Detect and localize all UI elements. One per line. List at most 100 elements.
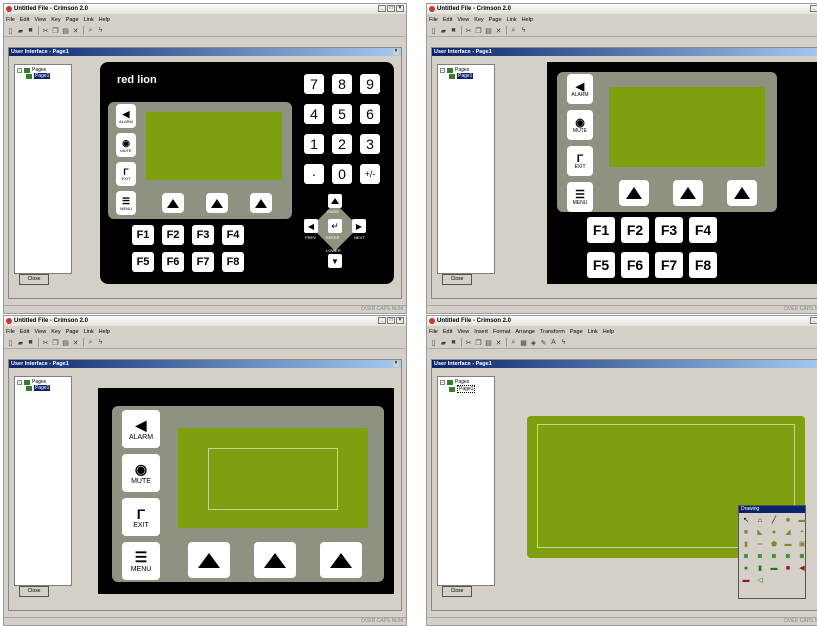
minimize-button[interactable]: _	[378, 317, 386, 324]
close-button[interactable]: Close	[442, 274, 472, 285]
key-1[interactable]: 1	[304, 134, 324, 154]
alarm-key[interactable]: ◀ ALARM	[122, 410, 160, 448]
menu-view[interactable]: View	[457, 17, 469, 23]
rounded-rect-icon[interactable]: ▬	[797, 515, 807, 525]
key-3[interactable]: 3	[360, 134, 380, 154]
new-icon[interactable]: ▯	[6, 338, 15, 347]
save-icon[interactable]: ■	[449, 338, 458, 347]
key-6[interactable]: 6	[360, 104, 380, 124]
menu-file[interactable]: File	[6, 17, 15, 23]
paste-icon[interactable]: ▤	[484, 338, 493, 347]
menu-page[interactable]: Page	[570, 329, 583, 335]
menu-edit[interactable]: Edit	[20, 17, 29, 23]
f6-key[interactable]: F6	[621, 252, 649, 278]
next-key[interactable]: ▶	[352, 219, 366, 233]
lower-key[interactable]: ▼	[328, 254, 342, 268]
minimize-button[interactable]: _	[810, 317, 817, 324]
close-button[interactable]: Close	[442, 586, 472, 597]
open-icon[interactable]: ▰	[16, 26, 25, 35]
soft-key-2[interactable]	[206, 193, 228, 213]
menu-link[interactable]: Link	[588, 329, 598, 335]
menu-transform[interactable]: Transform	[540, 329, 565, 335]
paste-icon[interactable]: ▤	[484, 26, 493, 35]
bevel-icon[interactable]: ■	[741, 527, 751, 537]
tank-icon[interactable]: ▮	[741, 539, 751, 549]
tree-page1-label[interactable]: Page1	[34, 73, 51, 79]
menu-help[interactable]: Help	[99, 17, 110, 23]
mute-key[interactable]: ◉ MUTE	[122, 454, 160, 492]
shield-icon[interactable]: ⬟	[769, 539, 779, 549]
tree-expander[interactable]: −	[440, 379, 445, 385]
cut-icon[interactable]: ✂	[41, 26, 50, 35]
tree-expander[interactable]: −	[17, 67, 22, 73]
copy-icon[interactable]: ❐	[51, 26, 60, 35]
key-dot[interactable]: ·	[304, 164, 324, 184]
menu-edit[interactable]: Edit	[20, 329, 29, 335]
f4-key[interactable]: F4	[222, 225, 244, 245]
pointer-icon[interactable]: ↖	[741, 515, 751, 525]
menu-edit[interactable]: Edit	[443, 329, 452, 335]
frame-icon[interactable]: ▣	[797, 539, 807, 549]
open-icon[interactable]: ▰	[16, 338, 25, 347]
close-button[interactable]: Close	[19, 586, 49, 597]
button-green-icon[interactable]: ◙	[755, 551, 765, 561]
bar-icon[interactable]: ▬	[783, 539, 793, 549]
f1-key[interactable]: F1	[587, 217, 615, 243]
f7-key[interactable]: F7	[655, 252, 683, 278]
grid-icon[interactable]: ▦	[519, 338, 528, 347]
f2-key[interactable]: F2	[621, 217, 649, 243]
menu-key[interactable]: ☰ MENU	[116, 191, 136, 215]
save-icon[interactable]: ■	[26, 338, 35, 347]
mute-key[interactable]: ◉ MUTE	[567, 110, 593, 140]
lightning-icon[interactable]: ϟ	[96, 338, 105, 347]
tree-page1-label[interactable]: Page1	[34, 385, 51, 391]
semicircle-icon[interactable]: ◓	[797, 527, 807, 537]
open-icon[interactable]: ▰	[439, 338, 448, 347]
menu-format[interactable]: Format	[493, 329, 510, 335]
f8-key[interactable]: F8	[689, 252, 717, 278]
wedge-icon[interactable]: ◢	[783, 527, 793, 537]
copy-icon[interactable]: ❐	[474, 26, 483, 35]
document-close-icon[interactable]: ×	[393, 361, 399, 367]
pen-icon[interactable]: ✎	[539, 338, 548, 347]
paste-icon[interactable]: ▤	[61, 26, 70, 35]
key-7[interactable]: 7	[304, 74, 324, 94]
minimize-button[interactable]: _	[378, 5, 386, 12]
dash-icon[interactable]: ▬	[741, 575, 751, 585]
exit-key[interactable]: Γ EXIT	[116, 162, 136, 186]
zoom-icon[interactable]: ⌕	[509, 338, 518, 347]
lightning-icon[interactable]: ϟ	[519, 26, 528, 35]
maximize-button[interactable]: □	[387, 317, 395, 324]
f5-key[interactable]: F5	[587, 252, 615, 278]
button-green-icon[interactable]: ◙	[783, 551, 793, 561]
key-4[interactable]: 4	[304, 104, 324, 124]
prev-key[interactable]: ◀	[304, 219, 318, 233]
close-window-button[interactable]: ×	[396, 317, 404, 324]
button-red-icon[interactable]: ■	[783, 563, 793, 573]
menu-arrange[interactable]: Arrange	[515, 329, 535, 335]
menu-page[interactable]: Page	[66, 329, 79, 335]
soft-key-3[interactable]	[250, 193, 272, 213]
lightning-icon[interactable]: ϟ	[559, 338, 568, 347]
toggle-icon[interactable]: ▬	[769, 563, 779, 573]
pipe-icon[interactable]: ═	[755, 539, 765, 549]
soft-key-3[interactable]	[320, 542, 362, 578]
cut-icon[interactable]: ✂	[464, 338, 473, 347]
save-icon[interactable]: ■	[449, 26, 458, 35]
f8-key[interactable]: F8	[222, 252, 244, 272]
menu-link[interactable]: Link	[84, 329, 94, 335]
menu-key[interactable]: ☰ MENU	[567, 182, 593, 212]
open-icon[interactable]: ▰	[439, 26, 448, 35]
menu-key[interactable]: Key	[474, 17, 483, 23]
menu-page[interactable]: Page	[489, 17, 502, 23]
save-icon[interactable]: ■	[26, 26, 35, 35]
menu-help[interactable]: Help	[99, 329, 110, 335]
key-5[interactable]: 5	[332, 104, 352, 124]
ellipse-icon[interactable]: ●	[769, 527, 779, 537]
menu-view[interactable]: View	[34, 17, 46, 23]
copy-icon[interactable]: ❐	[51, 338, 60, 347]
copy-icon[interactable]: ❐	[474, 338, 483, 347]
f2-key[interactable]: F2	[162, 225, 184, 245]
soft-key-1[interactable]	[619, 180, 649, 206]
key-8[interactable]: 8	[332, 74, 352, 94]
